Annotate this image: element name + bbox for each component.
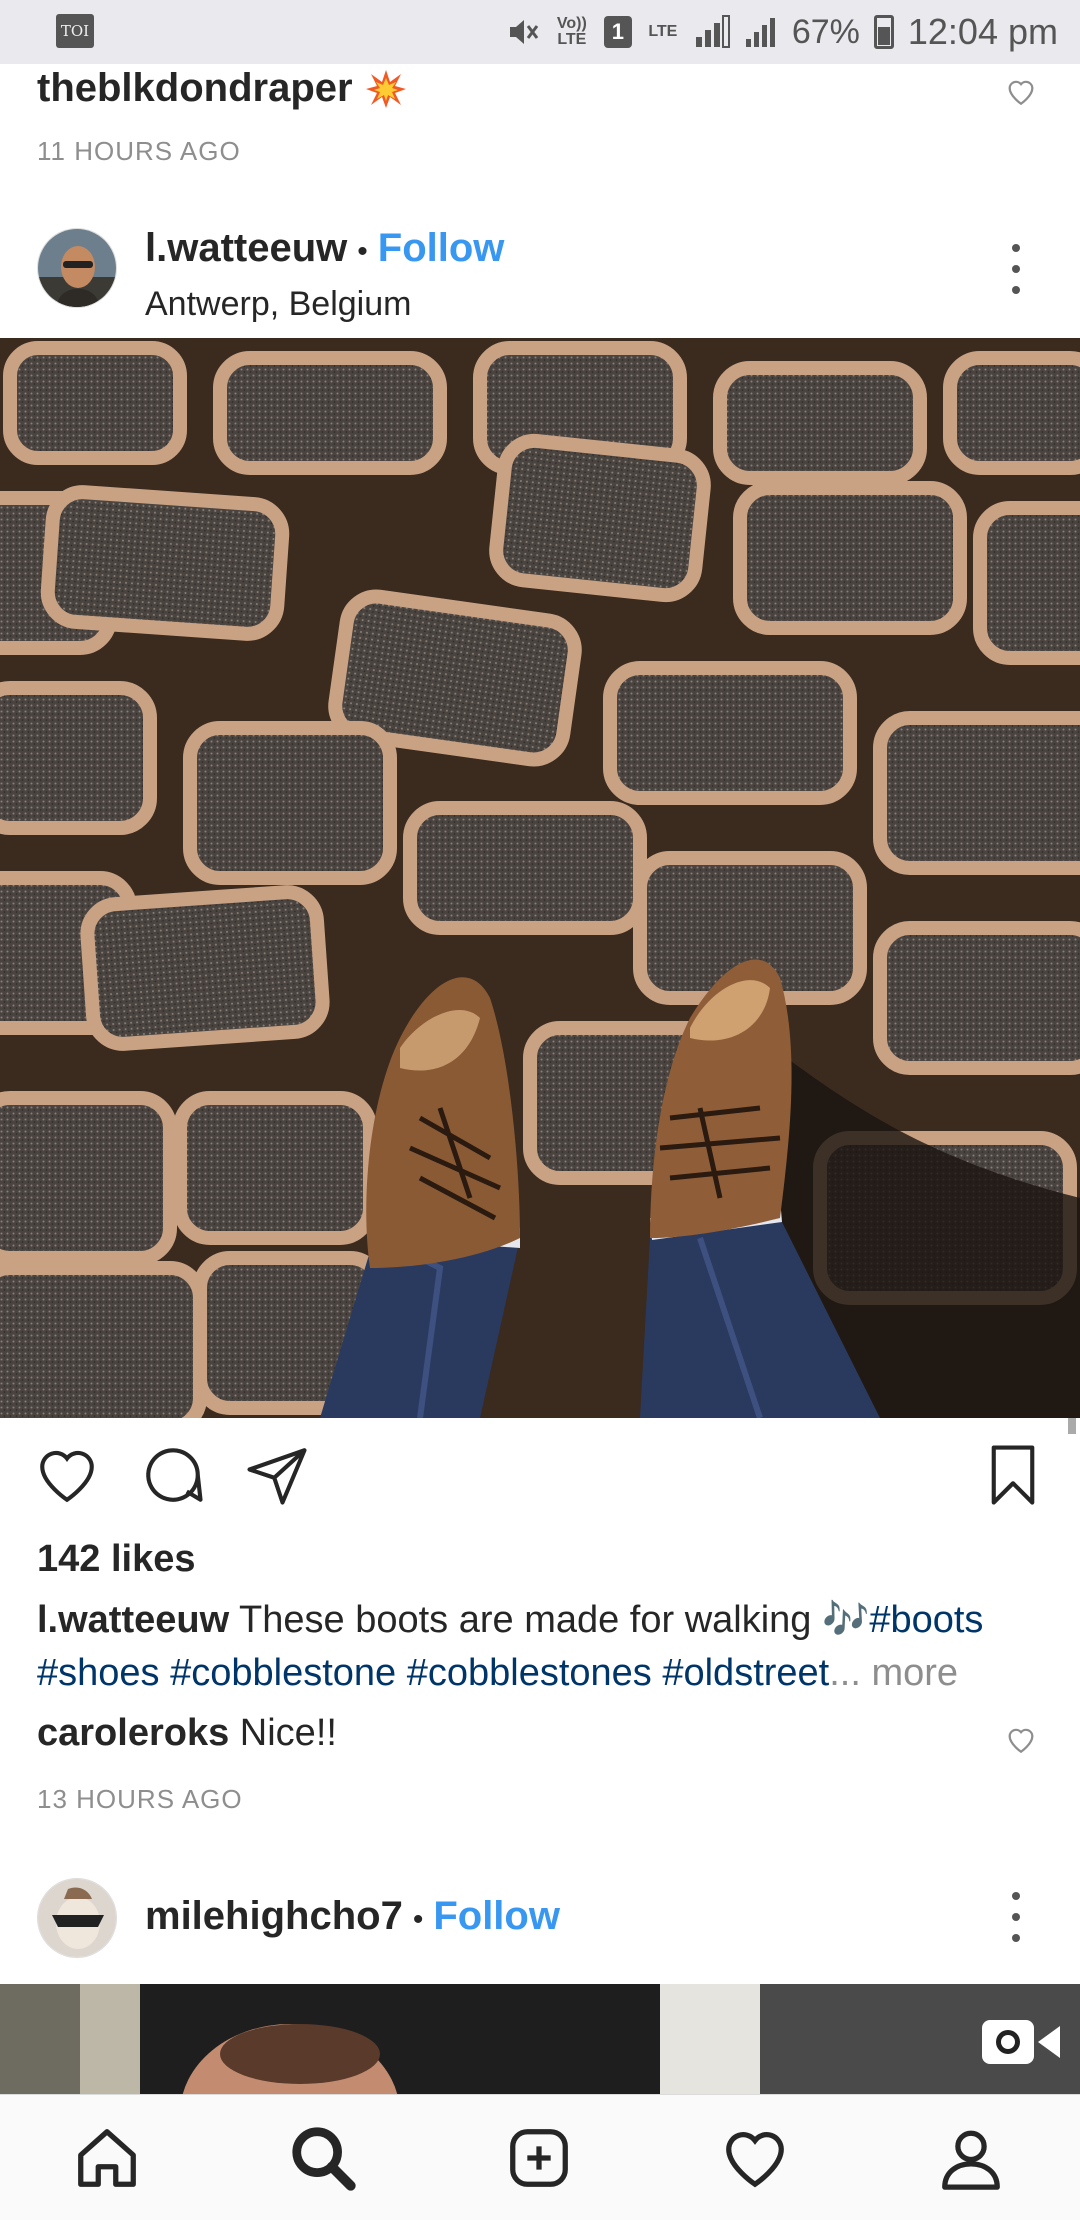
previous-post-username[interactable]: theblkdondraper — [37, 66, 353, 111]
caption-username[interactable]: l.watteeuw — [37, 1599, 229, 1641]
mute-icon — [509, 20, 539, 44]
clock: 12:04 pm — [907, 11, 1058, 52]
battery-icon — [873, 15, 894, 49]
likes-count[interactable]: 142 likes — [37, 1538, 195, 1581]
bookmark-icon[interactable] — [980, 1442, 1046, 1508]
toi-app-icon: TOI — [56, 14, 94, 48]
avatar[interactable] — [37, 228, 117, 308]
activity-heart-icon[interactable] — [720, 2123, 790, 2193]
like-comment-heart-icon[interactable] — [1004, 74, 1038, 108]
next-post-follow-button[interactable]: Follow — [433, 1894, 560, 1939]
signal-icon — [695, 15, 730, 48]
search-icon[interactable] — [288, 2123, 358, 2193]
volte-indicator: Vo)) LTE — [556, 15, 587, 48]
previous-post-timestamp: 11 HOURS AGO — [37, 136, 241, 166]
video-camera-icon — [982, 2020, 1060, 2064]
next-post-photo[interactable] — [0, 1984, 1080, 2094]
hashtag-boots[interactable]: #boots — [869, 1599, 983, 1641]
caption-text: These boots are made for walking — [239, 1599, 812, 1641]
next-post-options-icon[interactable] — [1006, 1892, 1026, 1942]
follow-button[interactable]: Follow — [378, 226, 505, 271]
more-link[interactable]: more — [871, 1652, 958, 1694]
ellipsis: ... — [829, 1652, 861, 1694]
add-post-icon[interactable] — [504, 2123, 574, 2193]
post-username[interactable]: l.watteeuw — [145, 226, 347, 271]
profile-icon[interactable] — [936, 2123, 1006, 2193]
hashtags[interactable]: #shoes #cobblestone #cobblestones #oldst… — [37, 1652, 829, 1694]
like-comment-heart-icon[interactable] — [1004, 1722, 1038, 1756]
caption: l.watteeuw These boots are made for walk… — [37, 1594, 1047, 1700]
separator-dot: • — [357, 235, 368, 268]
battery-percent: 67% — [791, 12, 860, 51]
like-heart-icon[interactable] — [34, 1442, 100, 1508]
post-options-icon[interactable] — [1006, 244, 1026, 294]
next-post-avatar[interactable] — [37, 1878, 117, 1958]
post-location[interactable]: Antwerp, Belgium — [145, 285, 411, 324]
previous-comment: theblkdondraper — [37, 66, 407, 111]
collision-icon — [365, 69, 406, 108]
share-icon[interactable] — [244, 1442, 310, 1508]
comment-username[interactable]: caroleroks — [37, 1712, 229, 1754]
signal-2-icon — [745, 18, 775, 47]
separator-dot: • — [412, 1903, 424, 1936]
status-bar: TOI Vo)) LTE 1 LTE 67% 12:04 pm — [0, 0, 1080, 64]
post-timestamp: 13 HOURS AGO — [37, 1784, 243, 1814]
next-post-username[interactable]: milehighcho7 — [145, 1894, 403, 1939]
comment-text: Nice!! — [239, 1712, 337, 1754]
lte-indicator: LTE — [648, 23, 678, 40]
post-photo[interactable] — [0, 338, 1080, 1418]
bottom-navigation — [0, 2094, 1080, 2220]
comment-icon[interactable] — [140, 1442, 206, 1508]
home-icon[interactable] — [72, 2123, 142, 2193]
scroll-indicator — [1068, 1418, 1076, 1434]
comment: caroleroks Nice!! — [37, 1712, 337, 1755]
sim-indicator: 1 — [603, 16, 632, 48]
music-notes-emoji: 🎶 — [822, 1599, 870, 1641]
